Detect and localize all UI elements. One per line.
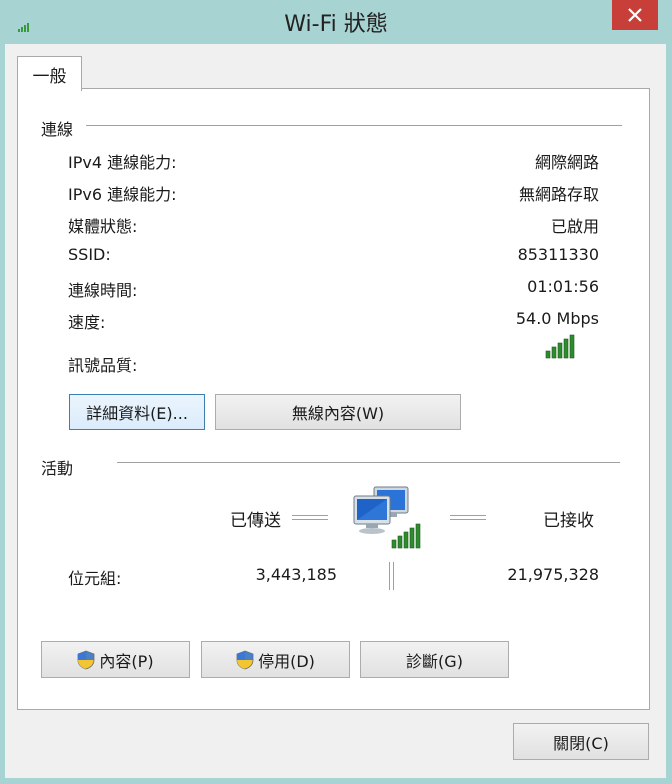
- bytes-label: 位元組:: [68, 569, 122, 588]
- uac-shield-icon: [236, 650, 254, 669]
- signal-quality-label: 訊號品質:: [68, 356, 138, 375]
- speed-label: 速度:: [68, 313, 106, 332]
- title-bar: Wi-Fi 狀態: [0, 0, 672, 44]
- bytes-sent-value: 3,443,185: [255, 565, 337, 584]
- activity-section-title: 活動: [41, 459, 74, 478]
- duration-value: 01:01:56: [527, 277, 599, 296]
- close-icon: [628, 8, 642, 22]
- diagnose-button[interactable]: 診斷(G): [360, 641, 509, 678]
- ipv4-label: IPv4 連線能力:: [68, 153, 177, 172]
- activity-divider: [117, 462, 620, 464]
- network-computers-icon: [353, 486, 421, 549]
- media-state-value: 已啟用: [550, 217, 599, 236]
- bytes-received-value: 21,975,328: [507, 565, 599, 584]
- tab-general-label: 一般: [32, 66, 67, 87]
- duration-label: 連線時間:: [68, 281, 138, 300]
- properties-button[interactable]: 內容(P): [41, 641, 190, 678]
- received-label: 已接收: [543, 511, 594, 531]
- ipv6-label: IPv6 連線能力:: [68, 185, 177, 204]
- signal-quality-icon: [545, 334, 575, 359]
- connection-divider: [86, 125, 622, 127]
- ipv6-value: 無網路存取: [518, 185, 599, 204]
- properties-button-label: 內容(P): [99, 651, 154, 671]
- close-window-button[interactable]: [612, 0, 658, 30]
- sent-label: 已傳送: [230, 511, 281, 531]
- ipv4-value: 網際網路: [534, 153, 599, 172]
- wireless-properties-button[interactable]: 無線內容(W): [215, 394, 461, 430]
- ssid-value: 85311330: [517, 245, 599, 264]
- ssid-label: SSID:: [68, 245, 111, 264]
- window-title: Wi-Fi 狀態: [284, 12, 388, 37]
- media-state-label: 媒體狀態:: [68, 217, 138, 236]
- details-button[interactable]: 詳細資料(E)...: [69, 394, 205, 430]
- activity-separator: [389, 562, 394, 590]
- received-line: [450, 515, 486, 520]
- close-button[interactable]: 關閉(C): [513, 723, 649, 760]
- speed-value: 54.0 Mbps: [515, 309, 599, 328]
- disable-button[interactable]: 停用(D): [201, 641, 350, 678]
- disable-button-label: 停用(D): [258, 651, 315, 671]
- sent-line: [292, 515, 328, 520]
- uac-shield-icon: [78, 650, 95, 669]
- connection-section-title: 連線: [41, 120, 74, 139]
- tab-general[interactable]: 一般: [17, 56, 82, 91]
